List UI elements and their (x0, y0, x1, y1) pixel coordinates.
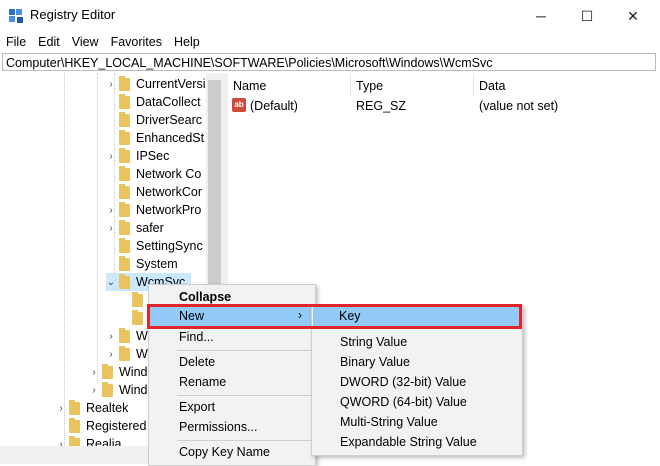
tree-item[interactable]: › Realtek (56, 399, 128, 417)
tree-item[interactable]: › NetworkPro (106, 201, 201, 219)
chevron-right-icon[interactable]: › (56, 403, 66, 414)
folder-icon (119, 165, 130, 181)
tree-item[interactable]: › IPSec (106, 147, 169, 165)
address-bar[interactable]: Computer\HKEY_LOCAL_MACHINE\SOFTWARE\Pol… (2, 53, 656, 71)
folder-icon (102, 363, 113, 379)
tree-item[interactable]: EnhancedSt (106, 129, 204, 147)
value-name[interactable]: (Default) (250, 99, 298, 113)
tree-item[interactable]: › CurrentVersi (106, 75, 205, 93)
tree-item[interactable]: › Wind (89, 363, 147, 381)
column-header-data[interactable]: Data (479, 79, 505, 93)
menu-help[interactable]: Help (168, 32, 206, 52)
tree-item[interactable]: › W (106, 345, 148, 363)
submenu-item-key[interactable]: Key (313, 307, 519, 327)
menu-item-rename[interactable]: Rename (149, 372, 315, 392)
tree-item[interactable]: › W (106, 327, 148, 345)
menu-separator (177, 350, 311, 351)
close-button[interactable]: ✕ (610, 0, 656, 32)
folder-icon (119, 111, 130, 127)
folder-icon (119, 147, 130, 163)
column-header-type[interactable]: Type (356, 79, 383, 93)
menu-item-new-label: New (179, 309, 205, 323)
new-submenu: String Value Binary Value DWORD (32-bit)… (311, 305, 523, 456)
column-divider[interactable] (473, 75, 474, 97)
submenu-item-multi-string-value[interactable]: Multi-String Value (312, 412, 522, 432)
chevron-right-icon[interactable]: › (56, 439, 66, 447)
folder-icon (119, 75, 130, 91)
folder-icon (69, 435, 80, 446)
submenu-item-binary-value[interactable]: Binary Value (312, 352, 522, 372)
tree-item[interactable]: › Realia (56, 435, 121, 446)
menu-bar: File Edit View Favorites Help (0, 32, 660, 52)
value-type: REG_SZ (356, 99, 407, 113)
chevron-right-icon[interactable]: › (106, 205, 116, 216)
maximize-button[interactable]: ☐ (564, 0, 610, 32)
menu-separator (177, 395, 311, 396)
submenu-item-expandable-string-value[interactable]: Expandable String Value (312, 432, 522, 452)
tree-item[interactable]: DriverSearc (106, 111, 202, 129)
menu-favorites[interactable]: Favorites (105, 32, 168, 52)
menu-item-delete[interactable]: Delete (149, 352, 315, 372)
chevron-right-icon[interactable]: › (106, 79, 116, 90)
menu-item-export[interactable]: Export (149, 397, 315, 417)
tree-item[interactable]: System (106, 255, 178, 273)
folder-icon (119, 219, 130, 235)
chevron-right-icon[interactable]: › (106, 223, 116, 234)
submenu-item-string-value[interactable]: String Value (312, 332, 522, 352)
chevron-right-icon[interactable]: › (106, 151, 116, 162)
folder-icon (132, 291, 143, 307)
tree-item[interactable] (132, 291, 149, 309)
tree-item[interactable]: › Wind (89, 381, 147, 399)
window-title: Registry Editor (30, 7, 116, 22)
menu-view[interactable]: View (66, 32, 105, 52)
folder-icon (119, 327, 130, 343)
tree-item[interactable]: DataCollect (106, 93, 201, 111)
folder-icon (119, 255, 130, 271)
submenu-item-dword-value[interactable]: DWORD (32-bit) Value (312, 372, 522, 392)
folder-icon (132, 309, 143, 325)
column-divider[interactable] (350, 75, 351, 97)
column-header-name[interactable]: Name (233, 79, 266, 93)
folder-icon (119, 237, 130, 253)
chevron-right-icon[interactable]: › (89, 367, 99, 378)
tree-item[interactable]: › safer (106, 219, 164, 237)
folder-icon (119, 345, 130, 361)
folder-icon (119, 201, 130, 217)
tree-item[interactable]: Network Co (106, 165, 201, 183)
menu-item-copy-key-name[interactable]: Copy Key Name (149, 442, 315, 462)
menu-separator (177, 440, 311, 441)
menu-item-permissions[interactable]: Permissions... (149, 417, 315, 437)
tree-item[interactable] (132, 309, 149, 327)
string-value-icon: ab (232, 98, 246, 112)
folder-icon (102, 381, 113, 397)
folder-icon (119, 273, 130, 289)
submenu-item-qword-value[interactable]: QWORD (64-bit) Value (312, 392, 522, 412)
folder-icon (119, 183, 130, 199)
menu-edit[interactable]: Edit (32, 32, 66, 52)
tree-item[interactable]: Registered (56, 417, 146, 435)
menu-item-new[interactable]: New › (150, 307, 312, 327)
chevron-right-icon[interactable]: › (106, 331, 116, 342)
chevron-right-icon[interactable]: › (106, 349, 116, 360)
menu-item-find[interactable]: Find... (149, 327, 315, 347)
folder-icon (119, 93, 130, 109)
value-data: (value not set) (479, 99, 559, 113)
minimize-button[interactable]: ─ (518, 0, 564, 32)
registry-editor-icon (9, 9, 23, 23)
folder-icon (69, 399, 80, 415)
folder-icon (69, 417, 80, 433)
chevron-right-icon[interactable]: › (89, 385, 99, 396)
tree-item[interactable]: SettingSync (106, 237, 203, 255)
chevron-down-icon[interactable]: ⌄ (106, 277, 116, 288)
menu-item-collapse[interactable]: Collapse (149, 287, 315, 307)
submenu-arrow-icon: › (298, 308, 302, 322)
tree-item[interactable]: NetworkCor (106, 183, 202, 201)
menu-file[interactable]: File (0, 32, 32, 52)
submenu-item-key-label: Key (339, 309, 361, 323)
folder-icon (119, 129, 130, 145)
